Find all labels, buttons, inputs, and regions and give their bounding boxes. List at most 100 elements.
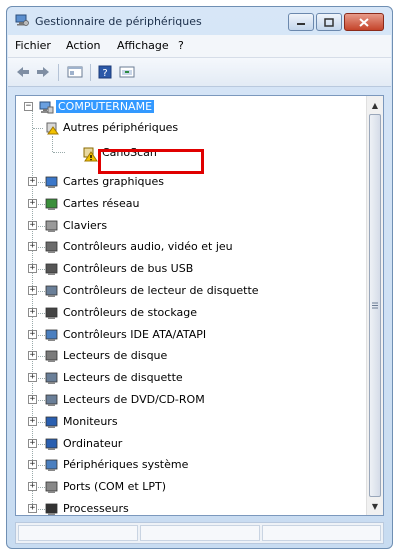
expand-toggle[interactable]: + (28, 438, 37, 448)
monitor-icon (45, 416, 58, 428)
expand-toggle[interactable]: + (28, 220, 37, 230)
title-bar: Gestionnaire de périphériques (7, 7, 392, 35)
vertical-scrollbar[interactable]: ▲ ▼ (366, 96, 383, 515)
tree-item-label: Contrôleurs de lecteur de disquette (63, 284, 259, 297)
tree-item-processors[interactable]: + Processeurs (16, 499, 366, 515)
expand-toggle[interactable]: + (28, 504, 37, 513)
tree-item-display-adapters[interactable]: + Cartes graphiques (16, 172, 366, 192)
tree-item-label: Ports (COM et LPT) (63, 480, 167, 494)
other-devices-icon (46, 122, 59, 135)
highlight-box (98, 149, 204, 174)
menu-action[interactable]: Action (66, 39, 100, 52)
help-icon: ? (98, 65, 112, 79)
expand-toggle[interactable]: + (28, 264, 37, 274)
tree-item-other-devices[interactable]: Autres périphériques (63, 121, 178, 134)
root-collapse-toggle[interactable]: − (24, 102, 33, 111)
forward-button[interactable] (34, 64, 52, 80)
computer-icon (45, 438, 58, 450)
back-arrow-icon (17, 67, 29, 77)
tree-item-system-devices[interactable]: + Périphériques système (16, 455, 366, 475)
tree-item-usb-controllers[interactable]: + Contrôleurs de bus USB (16, 259, 366, 279)
expand-toggle[interactable]: + (28, 329, 37, 339)
expand-toggle[interactable]: + (28, 177, 37, 186)
system-devices-icon (45, 459, 58, 472)
tree-item-label: Contrôleurs de bus USB (63, 262, 194, 276)
tree-item-disk-drives[interactable]: + Lecteurs de disque (16, 346, 366, 366)
device-manager-icon (15, 14, 29, 26)
tree-item-label: Contrôleurs audio, vidéo et jeu (63, 240, 233, 254)
tree-item-ide-ata-atapi-controllers[interactable]: + Contrôleurs IDE ATA/ATAPI (16, 325, 366, 345)
processor-icon (45, 503, 58, 515)
tree-item-label: Périphériques système (63, 458, 189, 472)
menu-affichage[interactable]: Affichage (117, 39, 169, 52)
maximize-button[interactable] (316, 13, 342, 31)
console-tree-icon (67, 66, 83, 78)
toolbar: ? (8, 58, 391, 87)
tree-item-label: Contrôleurs IDE ATA/ATAPI (63, 327, 207, 341)
tree-item-label: Claviers (63, 218, 108, 232)
port-icon (45, 481, 58, 494)
scroll-down-button[interactable]: ▼ (367, 498, 383, 514)
back-button[interactable] (14, 64, 32, 80)
tree-item-label: Cartes graphiques (63, 175, 164, 188)
expand-toggle[interactable]: + (28, 307, 37, 317)
tree-item-floppy-drives[interactable]: + Lecteurs de disquette (16, 368, 366, 388)
warning-device-icon (83, 147, 98, 162)
window-title: Gestionnaire de périphériques (35, 15, 202, 28)
computer-icon (39, 101, 54, 114)
network-adapter-icon (45, 198, 58, 210)
tree-item-label: Moniteurs (63, 414, 118, 428)
tree-item-dvd-cd-rom-drives[interactable]: + Lecteurs de DVD/CD-ROM (16, 390, 366, 410)
tree-item-label: Cartes réseau (63, 196, 140, 210)
tree-item-floppy-disk-controllers[interactable]: + Contrôleurs de lecteur de disquette (16, 281, 366, 301)
tree-root-computername[interactable]: COMPUTERNAME (56, 100, 155, 113)
minimize-button[interactable] (288, 13, 314, 31)
usb-controller-icon (45, 263, 58, 276)
tree-item-sound-video-game-controllers[interactable]: + Contrôleurs audio, vidéo et jeu (16, 237, 366, 257)
close-icon (359, 17, 369, 27)
view-button[interactable] (118, 64, 136, 80)
menu-help[interactable]: ? (178, 39, 184, 52)
tree-item-computer[interactable]: + Ordinateur (16, 434, 366, 454)
device-manager-window: Gestionnaire de périphériques Fichier Ac… (6, 6, 393, 549)
view-icon (119, 66, 135, 78)
disk-drive-icon (45, 350, 58, 363)
scroll-up-button[interactable]: ▲ (367, 97, 383, 113)
display-adapter-icon (45, 176, 58, 188)
tree-item-storage-controllers[interactable]: + Contrôleurs de stockage (16, 303, 366, 323)
tree-item-label: Processeurs (63, 502, 129, 515)
grip-icon (372, 302, 378, 309)
tree-item-label: Ordinateur (63, 436, 123, 450)
expand-toggle[interactable]: + (28, 395, 37, 404)
ide-controller-icon (45, 329, 58, 341)
maximize-icon (324, 17, 334, 27)
help-button[interactable]: ? (96, 64, 114, 80)
status-panel-1 (18, 525, 138, 541)
device-tree[interactable]: − COMPUTERNAME Autres périphériques Cano… (15, 95, 384, 516)
expand-toggle[interactable]: + (28, 242, 37, 252)
svg-text:?: ? (102, 68, 107, 79)
scroll-thumb[interactable] (369, 114, 381, 497)
expand-toggle[interactable]: + (28, 416, 37, 426)
expand-toggle[interactable]: + (28, 198, 37, 208)
expand-toggle[interactable]: + (28, 373, 37, 383)
expand-toggle[interactable]: + (28, 482, 37, 492)
expand-toggle[interactable]: + (28, 460, 37, 470)
show-hide-tree-button[interactable] (66, 64, 84, 80)
audio-icon (45, 241, 58, 254)
tree-item-network-adapters[interactable]: + Cartes réseau (16, 194, 366, 214)
tree-item-monitors[interactable]: + Moniteurs (16, 412, 366, 432)
tree-item-keyboards[interactable]: + Claviers (16, 216, 366, 236)
forward-arrow-icon (37, 67, 49, 77)
expand-toggle[interactable]: + (28, 351, 37, 361)
tree-item-label: Lecteurs de disquette (63, 371, 183, 385)
floppy-drive-icon (45, 372, 58, 385)
menu-fichier[interactable]: Fichier (15, 39, 51, 52)
expand-toggle[interactable]: + (28, 286, 37, 295)
dvd-drive-icon (45, 394, 58, 406)
status-bar (15, 522, 384, 544)
tree-item-label: Lecteurs de disque (63, 349, 168, 363)
tree-item-ports-com-lpt[interactable]: + Ports (COM et LPT) (16, 477, 366, 497)
tree-item-label: Lecteurs de DVD/CD-ROM (63, 393, 205, 406)
close-button[interactable] (344, 13, 384, 31)
